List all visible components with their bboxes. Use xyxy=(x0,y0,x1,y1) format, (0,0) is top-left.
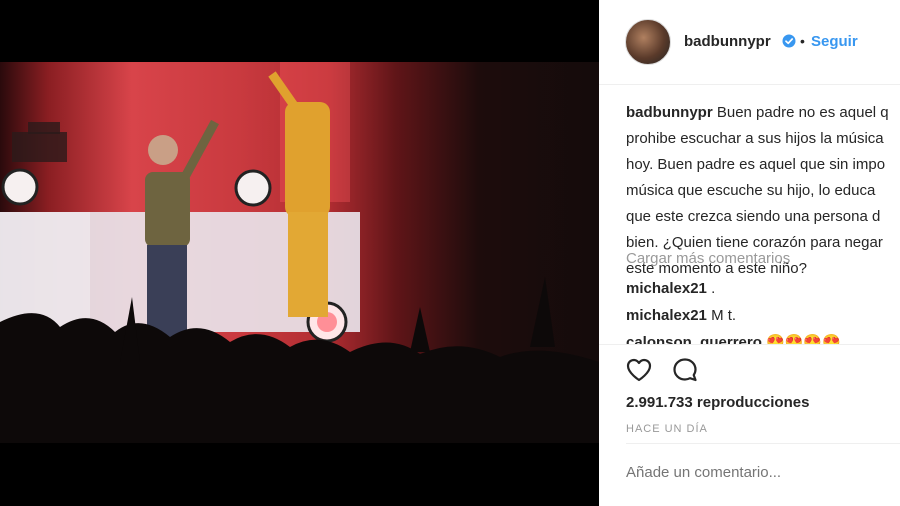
header-username[interactable]: badbunnypr xyxy=(684,33,771,50)
post-side-panel: badbunnypr • Seguir badbunnypr Buen padr… xyxy=(599,0,900,506)
view-count: 2.991.733 reproducciones xyxy=(626,394,810,411)
video-player[interactable] xyxy=(0,62,599,443)
comment-username[interactable]: calonson_guerrero xyxy=(626,334,762,344)
post-timestamp[interactable]: HACE UN DÍA xyxy=(626,423,708,435)
post-header: badbunnypr • Seguir xyxy=(599,0,900,85)
caption-line: Buen padre no es aquel q xyxy=(716,104,889,121)
comment-username[interactable]: michalex21 xyxy=(626,280,707,297)
verified-badge-icon xyxy=(782,34,796,48)
comment-text: 😍😍😍😍 xyxy=(766,334,841,344)
comment-item: calonson_guerrero 😍😍😍😍 xyxy=(626,333,841,344)
comment-text: M t. xyxy=(711,307,737,324)
comment-item: michalex21 M t. xyxy=(626,307,736,324)
caption-line: que este crezca siendo una persona d xyxy=(626,208,881,225)
actions-divider xyxy=(599,344,900,345)
comment-text: . xyxy=(711,280,716,297)
comment-bubble-icon[interactable] xyxy=(671,356,699,384)
avatar[interactable] xyxy=(625,19,671,65)
caption-line: hoy. Buen padre es aquel que sin impo xyxy=(626,156,886,173)
load-more-comments-button[interactable]: Cargar más comentarios xyxy=(626,250,790,267)
follow-button[interactable]: Seguir xyxy=(811,33,858,50)
comment-item: michalex21 . xyxy=(626,280,715,297)
comment-divider xyxy=(626,443,900,444)
caption-author[interactable]: badbunnypr xyxy=(626,104,713,121)
comment-username[interactable]: michalex21 xyxy=(626,307,707,324)
comments-list[interactable]: badbunnypr Buen padre no es aquel q proh… xyxy=(626,100,900,344)
add-comment-input[interactable] xyxy=(626,464,886,481)
heart-icon[interactable] xyxy=(625,356,653,384)
media-viewer xyxy=(0,0,599,506)
caption-line: prohibe escuchar a sus hijos la música xyxy=(626,130,884,147)
separator-dot: • xyxy=(800,33,805,49)
concert-video-frame xyxy=(0,62,599,443)
caption-line: música que escuche su hijo, lo educa xyxy=(626,182,876,199)
